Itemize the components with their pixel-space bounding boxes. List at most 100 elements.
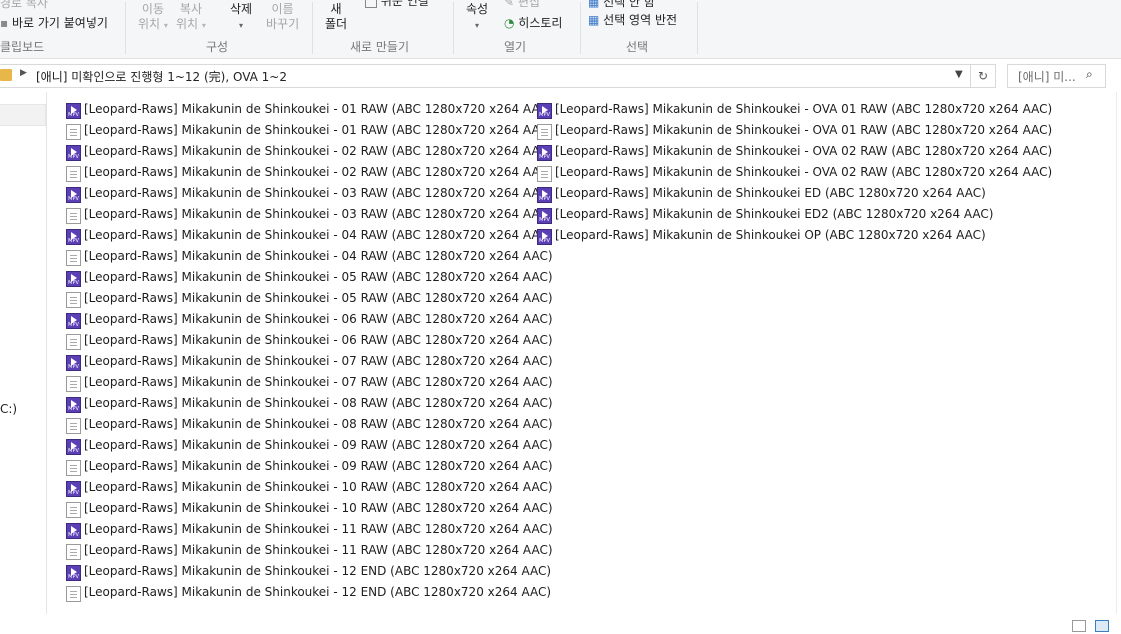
chevron-down-icon: ▾ — [239, 21, 244, 30]
file-name: [Leopard-Raws] Mikakunin de Shinkoukei -… — [555, 123, 1053, 137]
subtitle-file-icon — [66, 376, 81, 392]
paste-shortcut-label: 바로 가기 붙여넣기 — [11, 16, 108, 30]
nav-selected-item[interactable] — [0, 104, 46, 126]
file-name: [Leopard-Raws] Mikakunin de Shinkoukei -… — [84, 438, 553, 452]
copy-path-button[interactable]: 경로 복사 — [0, 0, 48, 11]
edit-button[interactable]: ✎ 편집 — [504, 0, 540, 10]
address-bar[interactable]: ▶ [애니] 미확인으로 진행형 1~12 (完), OVA 1~2 ▼ — [0, 64, 971, 88]
clipboard-group-label: 클립보드 — [0, 40, 45, 54]
file-name: [Leopard-Raws] Mikakunin de Shinkoukei -… — [84, 375, 553, 389]
select-none-icon: ▦ — [588, 0, 604, 9]
file-name: [Leopard-Raws] Mikakunin de Shinkoukei -… — [84, 501, 553, 515]
address-row: ▶ [애니] 미확인으로 진행형 1~12 (完), OVA 1~2 ▼ ↻ [… — [0, 64, 1121, 88]
video-file-icon — [66, 397, 81, 413]
rename-button[interactable]: 이름 바꾸기 — [266, 2, 299, 32]
group-divider — [697, 2, 698, 54]
file-name: [Leopard-Raws] Mikakunin de Shinkoukei -… — [84, 270, 553, 284]
copy-to-button[interactable]: 복사 위치 ▾ — [176, 2, 206, 33]
organize-group-label: 구성 — [206, 40, 229, 54]
group-divider — [580, 2, 581, 54]
file-name: [Leopard-Raws] Mikakunin de Shinkoukei -… — [84, 102, 553, 116]
nav-drive-item[interactable]: C:) — [0, 402, 17, 416]
select-none-label: 선택 안 함 — [603, 0, 655, 9]
ribbon: 경로 복사 ▪ 바로 가기 붙여넣기 클립보드 이동 위치 ▾ 복사 위치 ▾ … — [0, 0, 1121, 59]
file-name: [Leopard-Raws] Mikakunin de Shinkoukei -… — [84, 144, 553, 158]
invert-selection-button[interactable]: ▦ 선택 영역 반전 — [588, 11, 677, 28]
edit-icon: ✎ — [504, 0, 518, 9]
move-to-label-2: 위치 — [138, 17, 161, 31]
file-name: [Leopard-Raws] Mikakunin de Shinkoukei O… — [555, 228, 986, 242]
vertical-scrollbar[interactable] — [1116, 92, 1117, 614]
select-group-label: 선택 — [626, 40, 649, 54]
refresh-button[interactable]: ↻ — [970, 64, 996, 88]
chevron-right-icon[interactable]: ▶ — [20, 68, 27, 78]
history-button[interactable]: ◔ 히스토리 — [504, 14, 562, 31]
details-view-icon[interactable] — [1072, 620, 1086, 632]
file-name: [Leopard-Raws] Mikakunin de Shinkoukei -… — [84, 354, 553, 368]
new-group-label: 새로 만들기 — [350, 40, 410, 54]
subtitle-file-icon — [66, 586, 81, 602]
delete-label: 삭제 — [230, 2, 253, 16]
select-none-button[interactable]: ▦ 선택 안 함 — [588, 0, 655, 10]
subtitle-file-icon — [66, 250, 81, 266]
video-file-icon — [66, 481, 81, 497]
paste-shortcut-button[interactable]: ▪ 바로 가기 붙여넣기 — [0, 14, 108, 31]
history-icon: ◔ — [504, 16, 519, 30]
chevron-down-icon: ▾ — [163, 21, 168, 30]
search-placeholder: [애니] 미... — [1018, 70, 1076, 84]
chevron-down-icon[interactable]: ▼ — [955, 69, 963, 80]
copy-path-label: 경로 복사 — [0, 0, 48, 10]
copy-to-label-1: 복사 — [179, 2, 203, 16]
file-name: [Leopard-Raws] Mikakunin de Shinkoukei -… — [84, 207, 553, 221]
video-file-icon — [66, 271, 81, 287]
rename-label-1: 이름 — [271, 2, 294, 16]
file-name: [Leopard-Raws] Mikakunin de Shinkoukei -… — [84, 522, 553, 536]
easy-access-label: 쉬운 연결 — [380, 0, 429, 8]
video-file-icon — [66, 145, 81, 161]
chevron-down-icon: ▾ — [201, 21, 206, 30]
easy-access-icon — [365, 0, 377, 8]
subtitle-file-icon — [66, 460, 81, 476]
video-file-icon — [66, 313, 81, 329]
history-label: 히스토리 — [518, 16, 563, 30]
subtitle-file-icon — [537, 124, 552, 140]
file-name: [Leopard-Raws] Mikakunin de Shinkoukei -… — [84, 585, 552, 599]
subtitle-file-icon — [66, 418, 81, 434]
large-icons-view-icon[interactable] — [1095, 620, 1109, 632]
file-name: [Leopard-Raws] Mikakunin de Shinkoukei E… — [555, 207, 994, 221]
invert-selection-icon: ▦ — [588, 13, 604, 27]
subtitle-file-icon — [66, 166, 81, 182]
file-name: [Leopard-Raws] Mikakunin de Shinkoukei -… — [84, 564, 552, 578]
video-file-icon — [537, 208, 552, 224]
group-divider — [453, 2, 454, 54]
file-name: [Leopard-Raws] Mikakunin de Shinkoukei -… — [555, 165, 1053, 179]
easy-access-button[interactable]: 쉬운 연결 — [365, 0, 429, 9]
new-folder-button[interactable]: 새 폴더 — [325, 2, 347, 32]
address-path[interactable]: [애니] 미확인으로 진행형 1~12 (完), OVA 1~2 — [36, 68, 287, 85]
move-to-button[interactable]: 이동 위치 ▾ — [138, 2, 168, 33]
file-name: [Leopard-Raws] Mikakunin de Shinkoukei -… — [84, 459, 553, 473]
subtitle-file-icon — [66, 208, 81, 224]
file-name: [Leopard-Raws] Mikakunin de Shinkoukei -… — [84, 123, 553, 137]
file-name: [Leopard-Raws] Mikakunin de Shinkoukei -… — [84, 333, 553, 347]
file-name: [Leopard-Raws] Mikakunin de Shinkoukei -… — [84, 249, 553, 263]
file-name: [Leopard-Raws] Mikakunin de Shinkoukei -… — [84, 417, 553, 431]
properties-button[interactable]: 속성 ▾ — [466, 2, 488, 33]
search-icon[interactable]: ⌕ — [1086, 67, 1093, 82]
open-group-label: 열기 — [504, 40, 527, 54]
refresh-icon: ↻ — [977, 69, 989, 83]
delete-button[interactable]: 삭제 ▾ — [230, 2, 252, 33]
subtitle-file-icon — [66, 502, 81, 518]
chevron-down-icon: ▾ — [475, 21, 480, 30]
new-folder-label-1: 새 — [330, 2, 342, 16]
nav-pane-divider — [46, 92, 47, 614]
video-file-icon — [537, 145, 552, 161]
file-name: [Leopard-Raws] Mikakunin de Shinkoukei -… — [84, 396, 553, 410]
video-file-icon — [66, 523, 81, 539]
video-file-icon — [66, 355, 81, 371]
file-name: [Leopard-Raws] Mikakunin de Shinkoukei -… — [555, 144, 1053, 158]
file-name: [Leopard-Raws] Mikakunin de Shinkoukei -… — [84, 165, 553, 179]
group-divider — [125, 2, 126, 54]
subtitle-file-icon — [66, 292, 81, 308]
search-input[interactable]: [애니] 미... ⌕ — [1007, 64, 1106, 88]
